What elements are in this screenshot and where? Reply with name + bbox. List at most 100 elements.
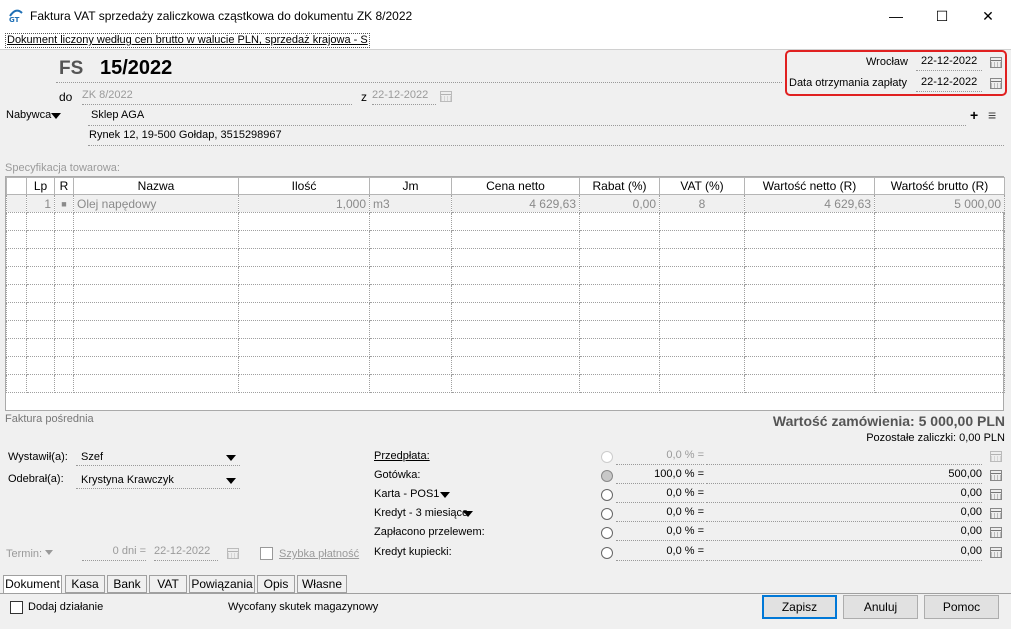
empty-cell[interactable] (874, 266, 1005, 285)
table-row[interactable] (6, 320, 1005, 339)
payment-percent[interactable]: 0,0 % = (616, 506, 704, 522)
empty-cell[interactable] (73, 284, 239, 303)
empty-cell[interactable] (6, 338, 27, 357)
chevron-down-icon[interactable] (463, 511, 473, 517)
payment-amount[interactable] (706, 449, 982, 465)
payment-amount[interactable]: 500,00 (706, 468, 982, 484)
empty-cell[interactable] (73, 338, 239, 357)
empty-cell[interactable] (54, 338, 74, 357)
empty-cell[interactable] (73, 374, 239, 393)
column-header[interactable]: Nazwa (73, 177, 239, 195)
empty-cell[interactable] (26, 338, 55, 357)
empty-cell[interactable] (744, 374, 875, 393)
empty-cell[interactable] (874, 356, 1005, 375)
empty-cell[interactable] (369, 230, 452, 249)
calculator-icon[interactable] (990, 451, 1002, 462)
payment-radio[interactable] (601, 547, 613, 559)
column-header[interactable]: Wartość brutto (R) (874, 177, 1005, 195)
empty-cell[interactable] (659, 230, 745, 249)
empty-cell[interactable] (579, 320, 660, 339)
empty-cell[interactable] (579, 338, 660, 357)
empty-cell[interactable] (451, 248, 580, 267)
table-row[interactable] (6, 248, 1005, 267)
chevron-down-icon[interactable] (51, 113, 61, 119)
payment-radio[interactable] (601, 489, 613, 501)
empty-cell[interactable] (238, 230, 370, 249)
empty-cell[interactable] (73, 356, 239, 375)
empty-cell[interactable] (451, 230, 580, 249)
term-label[interactable]: Termin: (6, 548, 42, 560)
empty-cell[interactable] (238, 338, 370, 357)
chevron-down-icon[interactable] (45, 550, 53, 555)
empty-cell[interactable] (579, 284, 660, 303)
empty-cell[interactable] (6, 266, 27, 285)
calendar-icon[interactable] (990, 78, 1002, 89)
column-header[interactable]: Wartość netto (R) (744, 177, 875, 195)
empty-cell[interactable] (26, 284, 55, 303)
tab-kasa[interactable]: Kasa (65, 575, 105, 593)
empty-cell[interactable] (874, 248, 1005, 267)
empty-cell[interactable] (579, 356, 660, 375)
save-button[interactable]: Zapisz (762, 595, 837, 619)
tab-bank[interactable]: Bank (107, 575, 147, 593)
empty-cell[interactable] (54, 356, 74, 375)
empty-cell[interactable] (659, 320, 745, 339)
empty-cell[interactable] (874, 230, 1005, 249)
empty-cell[interactable] (54, 284, 74, 303)
issued-by-select[interactable]: Szef (76, 448, 240, 466)
cancel-button[interactable]: Anuluj (843, 595, 918, 619)
empty-cell[interactable] (744, 320, 875, 339)
chevron-down-icon[interactable] (226, 455, 236, 461)
empty-cell[interactable] (238, 374, 370, 393)
empty-cell[interactable] (6, 284, 27, 303)
empty-cell[interactable] (6, 356, 27, 375)
row-selector[interactable] (6, 194, 27, 213)
tab-powiazania[interactable]: Powiązania (189, 575, 255, 593)
table-row[interactable] (6, 338, 1005, 357)
quick-payment-label[interactable]: Szybka płatność (279, 548, 359, 560)
received-by-select[interactable]: Krystyna Krawczyk (76, 471, 240, 489)
empty-cell[interactable] (238, 248, 370, 267)
empty-cell[interactable] (26, 356, 55, 375)
empty-cell[interactable] (54, 266, 74, 285)
payment-radio[interactable] (601, 508, 613, 520)
empty-cell[interactable] (451, 338, 580, 357)
empty-cell[interactable] (659, 248, 745, 267)
empty-cell[interactable] (26, 230, 55, 249)
empty-cell[interactable] (659, 356, 745, 375)
calculator-icon[interactable] (990, 489, 1002, 500)
empty-cell[interactable] (369, 212, 452, 231)
column-header[interactable]: R (54, 177, 74, 195)
empty-cell[interactable] (874, 338, 1005, 357)
empty-cell[interactable] (369, 338, 452, 357)
empty-cell[interactable] (579, 248, 660, 267)
pricing-banner[interactable]: Dokument liczony według cen brutto w wal… (5, 33, 370, 48)
payment-percent[interactable]: 0,0 % = (616, 545, 704, 561)
table-row[interactable] (6, 356, 1005, 375)
items-table[interactable]: Lp R Nazwa Ilość Jm Cena netto Rabat (%)… (5, 176, 1005, 411)
empty-cell[interactable] (874, 212, 1005, 231)
calculator-icon[interactable] (990, 508, 1002, 519)
empty-cell[interactable] (26, 302, 55, 321)
empty-cell[interactable] (744, 212, 875, 231)
buyer-label[interactable]: Nabywca (6, 109, 51, 121)
empty-cell[interactable] (451, 266, 580, 285)
calculator-icon[interactable] (990, 547, 1002, 558)
empty-cell[interactable] (369, 356, 452, 375)
empty-cell[interactable] (26, 320, 55, 339)
tab-opis[interactable]: Opis (257, 575, 295, 593)
tab-wlasne[interactable]: Własne (297, 575, 347, 593)
table-row[interactable] (6, 266, 1005, 285)
payment-amount[interactable]: 0,00 (706, 525, 982, 541)
empty-cell[interactable] (73, 212, 239, 231)
empty-cell[interactable] (369, 284, 452, 303)
empty-cell[interactable] (6, 302, 27, 321)
empty-cell[interactable] (451, 302, 580, 321)
list-icon[interactable]: ≡ (988, 107, 996, 123)
payment-radio[interactable] (601, 527, 613, 539)
empty-cell[interactable] (6, 248, 27, 267)
table-row[interactable]: 1 ■ Olej napędowy 1,000 m3 4 629,63 0,00… (6, 194, 1005, 213)
empty-cell[interactable] (369, 302, 452, 321)
empty-cell[interactable] (73, 266, 239, 285)
payment-date-field[interactable]: 22-12-2022 (916, 76, 982, 92)
